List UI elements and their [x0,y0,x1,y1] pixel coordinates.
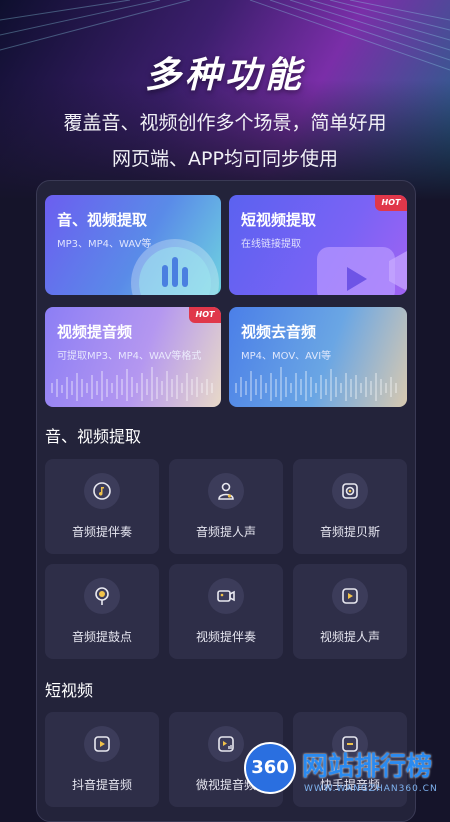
video-play-icon [332,578,368,614]
tool-video-accompaniment[interactable]: 视频提伴奏 [169,564,283,659]
hero-subtitle-2: 网页端、APP均可同步使用 [112,148,338,170]
tool-label: 音频提人声 [195,525,256,539]
tool-audio-vocals[interactable]: 音频提人声 [169,459,283,554]
tool-douyin-audio[interactable]: 抖音提音频 [45,712,159,807]
drum-icon [84,578,120,614]
tool-label: 音频提伴奏 [71,525,132,539]
waveform-icon [235,367,397,401]
tool-label: 视频提伴奏 [195,630,256,644]
watermark-url: WWW.WANGZHAN360.CN [304,784,438,794]
card-short-video-extract[interactable]: 短视频提取 在线链接提取 HOT [229,195,407,295]
tool-label: 视频提人声 [319,630,380,644]
tool-audio-bass[interactable]: 音频提贝斯 [293,459,407,554]
play-box-icon [84,726,120,762]
music-note-icon [84,473,120,509]
video-player-icon [317,247,407,295]
watermark-logo: 360 [244,742,296,794]
watermark-name: 网站排行榜 [302,752,433,782]
app-preview-panel: 音、视频提取 MP3、MP4、WAV等 短视频提取 在线链接提取 HOT 视频提… [36,180,416,822]
speaker-icon [332,473,368,509]
soundwave-circle-icon [131,239,219,295]
person-voice-icon [208,473,244,509]
play-audio-icon [208,726,244,762]
hero-subtitle-1: 覆盖音、视频创作多个场景，简单好用 [63,112,387,134]
site-watermark: 360 网站排行榜 WWW.WANGZHAN360.CN [244,740,450,800]
tool-label: 抖音提音频 [71,778,132,792]
hero-title: 多种功能 [144,55,305,96]
tool-label: 音频提贝斯 [319,525,380,539]
waveform-icon [51,367,213,401]
card-video-remove-audio[interactable]: 视频去音频 MP4、MOV、AVI等 [229,307,407,407]
card-audio-video-extract[interactable]: 音、视频提取 MP3、MP4、WAV等 [45,195,221,295]
video-camera-icon [208,578,244,614]
hero-banner: 多种功能 覆盖音、视频创作多个场景，简单好用 网页端、APP均可同步使用 [0,0,450,200]
section-title-short-video: 短视频 [45,681,94,700]
tool-label: 音频提鼓点 [71,630,132,644]
tool-audio-drums[interactable]: 音频提鼓点 [45,564,159,659]
section-title-audio-video: 音、视频提取 [45,427,142,446]
card-video-to-audio[interactable]: 视频提音频 可提取MP3、MP4、WAV等格式 HOT [45,307,221,407]
tool-video-vocals[interactable]: 视频提人声 [293,564,407,659]
tool-audio-accompaniment[interactable]: 音频提伴奏 [45,459,159,554]
